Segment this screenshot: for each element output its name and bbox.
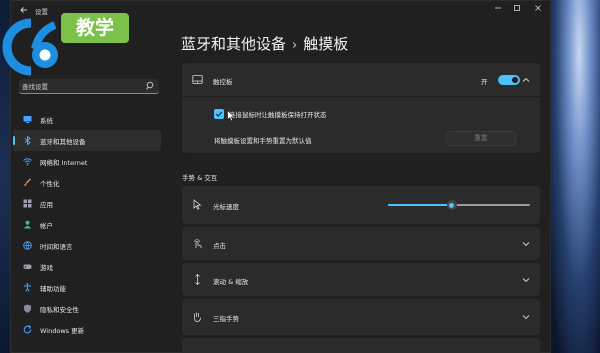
toggle-state-label: 开 — [481, 78, 488, 86]
sidebar-item-accessibility[interactable]: 辅助功能 — [13, 277, 161, 298]
reset-button[interactable]: 重置 — [446, 131, 516, 146]
sidebar-item-bluetooth[interactable]: 蓝牙和其他设备 — [13, 130, 161, 151]
toggle-knob — [512, 77, 518, 83]
cursor-speed-card: 光标速度 — [182, 186, 540, 224]
shield-icon — [24, 304, 31, 313]
sidebar-item-label: 帐户 — [40, 222, 53, 230]
sidebar-item-personalization[interactable]: 个性化 — [13, 172, 161, 193]
sidebar-item-label: Windows 更新 — [40, 327, 85, 335]
sidebar-item-label: 应用 — [40, 201, 53, 209]
three-finger-icon — [194, 312, 201, 322]
sidebar-item-label: 辅助功能 — [40, 285, 66, 293]
sidebar-item-time-language[interactable]: 时间和语言 — [13, 235, 161, 256]
accessibility-icon — [24, 283, 31, 292]
chevron-down-icon[interactable] — [522, 241, 530, 247]
sidebar-item-label: 游戏 — [40, 264, 53, 272]
c6-logo-icon — [2, 18, 58, 76]
cursor-speed-slider[interactable] — [388, 200, 530, 210]
sidebar-item-label: 网络和 Internet — [40, 159, 88, 167]
sidebar-item-gaming[interactable]: 游戏 — [13, 256, 161, 277]
touchpad-label: 触控板 — [213, 78, 233, 86]
sidebar-item-label: 蓝牙和其他设备 — [40, 138, 86, 146]
close-button[interactable] — [529, 4, 547, 16]
search-icon[interactable] — [146, 81, 154, 91]
tap-icon — [194, 239, 202, 249]
touchpad-card: 触控板 开 连接鼠标时让触摸板保持打开状态 将触摸板设置和手势重置为默认值 重置 — [182, 63, 540, 153]
page-title: 触摸板 — [303, 35, 349, 53]
sidebar-nav: 系统 蓝牙和其他设备 网络和 Internet 个性化 应用 帐户 时间和语言 — [13, 109, 161, 340]
chevron-down-icon[interactable] — [522, 277, 530, 283]
minimize-button[interactable] — [489, 4, 507, 16]
gamepad-icon — [23, 264, 32, 269]
sidebar-item-label: 个性化 — [40, 180, 60, 188]
sidebar-item-label: 时间和语言 — [40, 243, 73, 251]
chevron-up-icon[interactable] — [522, 77, 530, 83]
keep-on-option: 连接鼠标时让触摸板保持打开状态 — [182, 102, 540, 124]
globe-icon — [23, 241, 32, 250]
sidebar-item-accounts[interactable]: 帐户 — [13, 214, 161, 235]
cursor-speed-label: 光标速度 — [213, 203, 239, 211]
divider — [182, 96, 540, 97]
next-row-partial — [182, 338, 540, 353]
scroll-zoom-row[interactable]: 滚动 & 缩放 — [182, 263, 540, 296]
check-icon — [215, 111, 223, 117]
sidebar-item-label: 隐私和安全性 — [40, 306, 79, 314]
tap-label: 点击 — [213, 242, 226, 250]
section-title-gestures: 手势 & 交互 — [182, 174, 218, 182]
slider-thumb[interactable] — [446, 200, 457, 210]
wallpaper-right-edge — [548, 0, 600, 353]
wifi-icon — [23, 158, 32, 166]
search-input[interactable] — [22, 81, 140, 92]
keep-on-label: 连接鼠标时让触摸板保持打开状态 — [229, 111, 327, 119]
tap-row[interactable]: 点击 — [182, 227, 540, 260]
slider-fill — [388, 204, 452, 206]
reset-description: 将触摸板设置和手势重置为默认值 — [214, 137, 312, 145]
sidebar-item-network[interactable]: 网络和 Internet — [13, 151, 161, 172]
mouse-pointer-icon — [193, 199, 202, 210]
scroll-zoom-label: 滚动 & 缩放 — [213, 278, 249, 286]
settings-window: 设置 教学 系统 蓝牙和其他设备 — [2, 0, 551, 353]
update-icon — [23, 325, 32, 334]
sidebar-item-system[interactable]: 系统 — [13, 109, 161, 130]
maximize-button[interactable] — [508, 4, 526, 16]
sidebar-item-privacy[interactable]: 隐私和安全性 — [13, 298, 161, 319]
search-box[interactable] — [19, 79, 159, 94]
keep-on-checkbox[interactable] — [214, 109, 224, 119]
sidebar-item-label: 系统 — [40, 117, 53, 125]
touchpad-icon — [192, 75, 203, 84]
chevron-down-icon[interactable] — [522, 314, 530, 320]
three-finger-row[interactable]: 三指手势 — [182, 299, 540, 335]
reset-row: 将触摸板设置和手势重置为默认值 重置 — [182, 127, 540, 151]
scroll-zoom-icon — [195, 274, 200, 285]
brush-icon — [24, 178, 32, 187]
three-finger-label: 三指手势 — [213, 315, 239, 323]
breadcrumb-parent[interactable]: 蓝牙和其他设备 — [181, 35, 286, 53]
sidebar-item-apps[interactable]: 应用 — [13, 193, 161, 214]
apps-icon — [23, 199, 32, 208]
logo-badge: 教学 — [61, 13, 129, 43]
person-icon — [24, 220, 31, 229]
sidebar-item-windows-update[interactable]: Windows 更新 — [13, 319, 161, 340]
monitor-icon — [23, 116, 32, 123]
touchpad-header[interactable]: 触控板 开 — [182, 63, 540, 96]
touchpad-toggle[interactable] — [498, 75, 520, 85]
bluetooth-icon — [24, 136, 31, 145]
breadcrumb: 蓝牙和其他设备 › 触摸板 — [181, 33, 348, 54]
breadcrumb-separator: › — [292, 38, 298, 53]
mouse-cursor-icon — [227, 110, 235, 122]
